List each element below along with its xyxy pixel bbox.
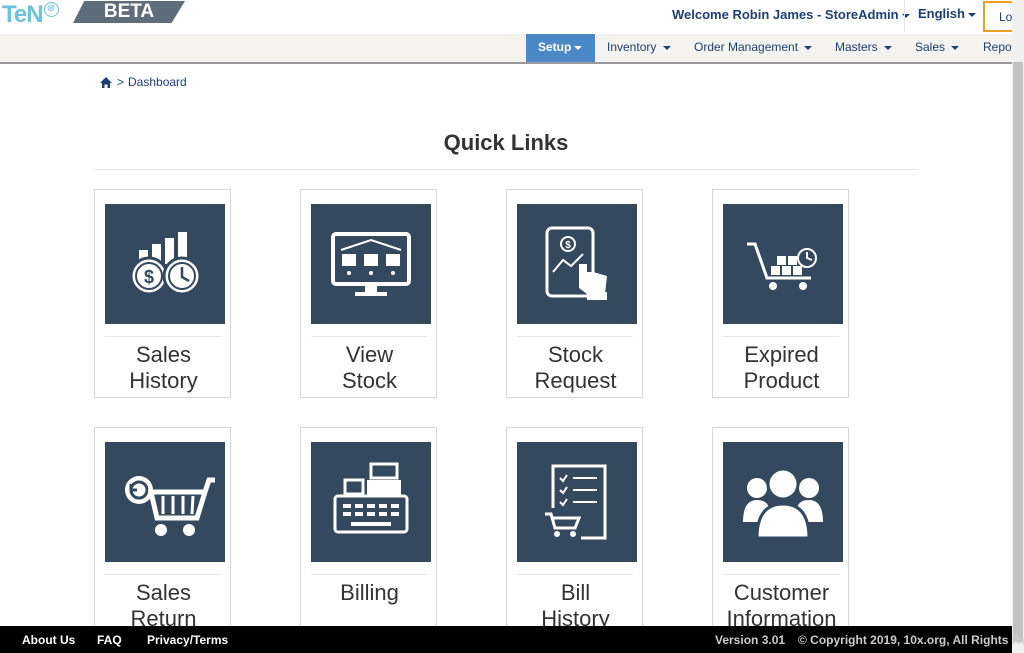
nav-masters-label: Masters (835, 40, 878, 54)
caret-down-icon (884, 45, 893, 50)
caret-down-icon (804, 45, 813, 50)
beta-badge: BETA (73, 1, 185, 23)
card-label: Customer Information (726, 580, 837, 631)
footer-faq-link[interactable]: FAQ (97, 633, 122, 647)
card-divider (517, 336, 633, 337)
nav-reports-label: Repo (983, 40, 1012, 54)
quick-link-expired-product[interactable]: Expired Product (712, 189, 849, 398)
footer-version: Version 3.01 (715, 633, 786, 647)
expired-product-icon (723, 204, 843, 324)
quick-link-bill-history[interactable]: Bill History (506, 427, 643, 636)
footer-about-link[interactable]: About Us (22, 633, 75, 647)
nav-inventory[interactable]: Inventory (607, 34, 671, 62)
title-divider (94, 169, 918, 170)
card-label: View Stock (341, 342, 398, 393)
billing-icon (311, 442, 431, 562)
card-divider (723, 336, 839, 337)
svg-text:$: $ (565, 240, 571, 251)
language-selector[interactable]: English (904, 0, 982, 32)
welcome-text: Welcome Robin James - StoreAdmin (672, 7, 899, 22)
card-label: Expired Product (743, 342, 820, 393)
nav-reports[interactable]: Repo (983, 34, 1012, 62)
quick-link-billing[interactable]: Billing (300, 427, 437, 636)
card-divider (311, 336, 427, 337)
quick-link-sales-return[interactable]: Sales Return (94, 427, 231, 636)
card-label: Stock Request (534, 342, 617, 393)
quick-link-stock-request[interactable]: $ Stock Request (506, 189, 643, 398)
card-divider (105, 336, 221, 337)
top-header: TeN ⊗ BETA Welcome Robin James - StoreAd… (0, 0, 1023, 34)
nav-setup[interactable]: Setup (526, 34, 595, 62)
logo-text: TeN (2, 1, 44, 28)
card-divider (311, 574, 427, 575)
quick-link-customer-information[interactable]: Customer Information (712, 427, 849, 636)
quick-link-sales-history[interactable]: $ Sales History (94, 189, 231, 398)
card-divider (517, 574, 633, 575)
caret-down-icon (662, 45, 671, 50)
logo[interactable]: TeN ⊗ (2, 1, 59, 28)
sales-return-icon (105, 442, 225, 562)
user-menu[interactable]: Welcome Robin James - StoreAdmin (672, 7, 910, 22)
card-label: Sales History (129, 342, 198, 393)
nav-inventory-label: Inventory (607, 40, 657, 54)
card-label: Bill History (541, 580, 610, 631)
nav-order-management[interactable]: Order Management (694, 34, 813, 62)
view-stock-icon (311, 204, 431, 324)
caret-down-icon (951, 45, 960, 50)
quick-links-title: Quick Links (443, 130, 569, 155)
nav-setup-label: Setup (538, 40, 572, 54)
home-icon[interactable] (99, 76, 113, 89)
footer-privacy-link[interactable]: Privacy/Terms (147, 633, 228, 647)
breadcrumb-separator: > (117, 75, 125, 89)
caret-down-icon (574, 45, 583, 50)
breadcrumb-current[interactable]: Dashboard (128, 75, 187, 89)
card-divider (723, 574, 839, 575)
breadcrumb: > Dashboard (99, 75, 187, 89)
nav-masters[interactable]: Masters (835, 34, 893, 62)
svg-text:$: $ (144, 267, 154, 287)
card-label: Billing (340, 580, 399, 605)
footer: About Us FAQ Privacy/Terms Version 3.01 … (0, 626, 1024, 653)
bill-history-icon (517, 442, 637, 562)
quick-link-view-stock[interactable]: View Stock (300, 189, 437, 398)
sales-history-icon: $ (105, 204, 225, 324)
language-label: English (918, 6, 965, 21)
footer-copyright: © Copyright 2019, 10x.org, All Rights Re (798, 633, 1024, 647)
main-nav: Setup Inventory Order Management Masters… (0, 34, 1012, 64)
nav-sales-label: Sales (915, 40, 946, 54)
nav-sales[interactable]: Sales (915, 34, 960, 62)
card-label: Sales Return (130, 580, 197, 631)
customer-information-icon (723, 442, 843, 562)
card-divider (105, 574, 221, 575)
logo-mark-icon: ⊗ (43, 1, 59, 17)
stock-request-icon: $ (517, 204, 637, 324)
scrollbar-thumb[interactable] (1013, 62, 1023, 642)
caret-down-icon (967, 12, 976, 17)
nav-order-management-label: Order Management (694, 40, 799, 54)
